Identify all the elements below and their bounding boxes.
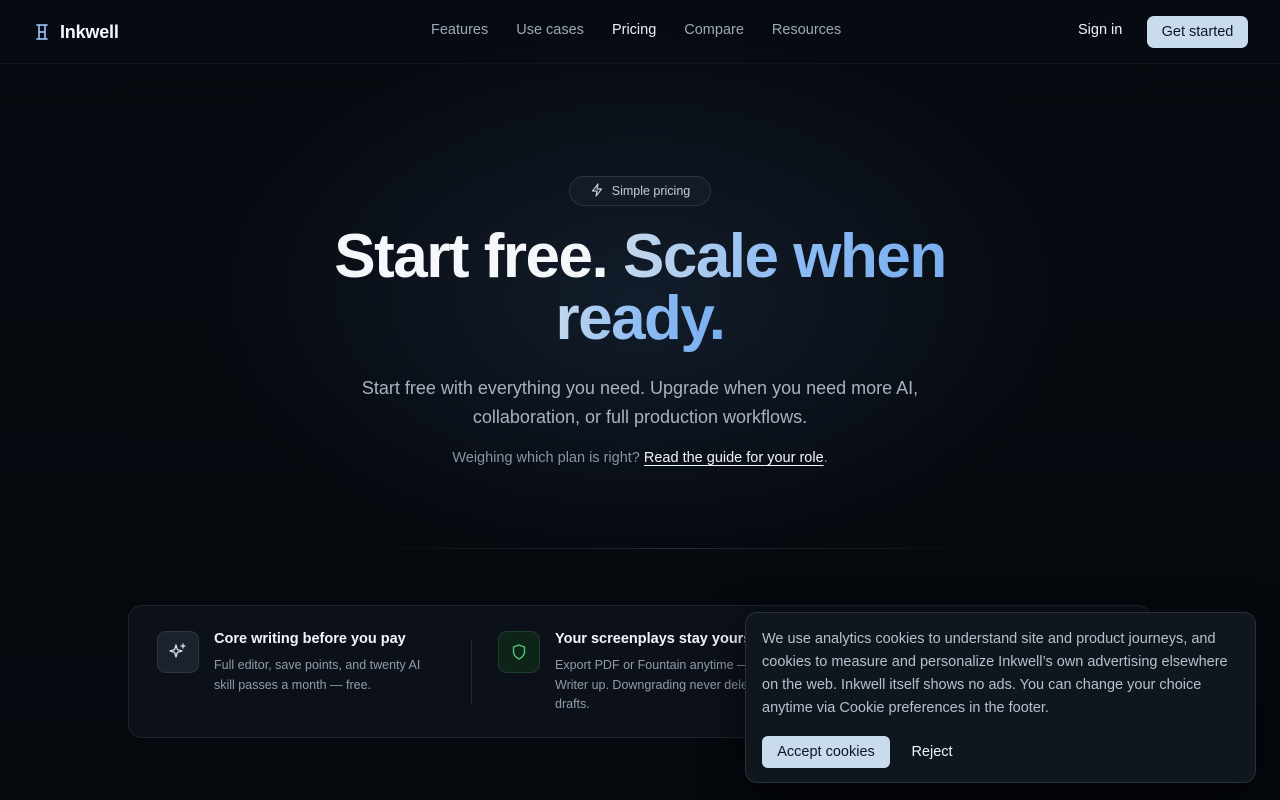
guide-suffix: . [823, 450, 828, 466]
section-divider [336, 548, 1008, 549]
top-nav: Inkwell Features Use cases Pricing Compa… [0, 0, 1280, 64]
nav-use-cases[interactable]: Use cases [516, 22, 584, 38]
nav-features[interactable]: Features [431, 22, 488, 38]
cookie-message: We use analytics cookies to understand s… [762, 631, 1228, 716]
feature-separator [471, 640, 472, 704]
brand-name: Inkwell [60, 21, 119, 42]
reject-cookies-button[interactable]: Reject [898, 736, 966, 768]
headline-plain: Start free. [334, 222, 608, 291]
feature-title: Your screenplays stay yours [555, 631, 752, 647]
badge-label: Simple pricing [611, 184, 691, 198]
cookie-consent-banner: We use analytics cookies to understand s… [745, 612, 1256, 783]
lightning-icon [590, 182, 604, 200]
headline-accent-2: ready. [555, 284, 726, 353]
accept-cookies-button[interactable]: Accept cookies [762, 736, 890, 768]
page-title: Start free. Scale when ready. [240, 226, 1040, 350]
guide-prefix: Weighing which plan is right? [452, 450, 640, 466]
simple-pricing-badge: Simple pricing [569, 176, 711, 206]
nav-compare[interactable]: Compare [684, 22, 744, 38]
feature-description: Full editor, save points, and twenty AI … [214, 658, 421, 692]
nav-resources[interactable]: Resources [772, 22, 841, 38]
get-started-button[interactable]: Get started [1147, 16, 1248, 48]
headline-accent-1: Scale when [622, 222, 947, 291]
pricing-page: Inkwell Features Use cases Pricing Compa… [0, 0, 1280, 800]
plan-guide-line: Weighing which plan is right? Read the g… [340, 450, 940, 466]
shield-icon [498, 631, 540, 673]
feature-title: Core writing before you pay [214, 631, 406, 647]
main-nav: Features Use cases Pricing Compare Resou… [431, 22, 841, 38]
brand-logo[interactable]: Inkwell [34, 20, 119, 44]
role-guide-link[interactable]: Read the guide for your role [644, 450, 824, 466]
sparkle-icon [157, 631, 199, 673]
nav-pricing[interactable]: Pricing [612, 22, 656, 38]
pen-nib-icon [34, 22, 50, 42]
sign-in-link[interactable]: Sign in [1078, 22, 1122, 38]
hero-subtitle: Start free with everything you need. Upg… [361, 378, 919, 427]
